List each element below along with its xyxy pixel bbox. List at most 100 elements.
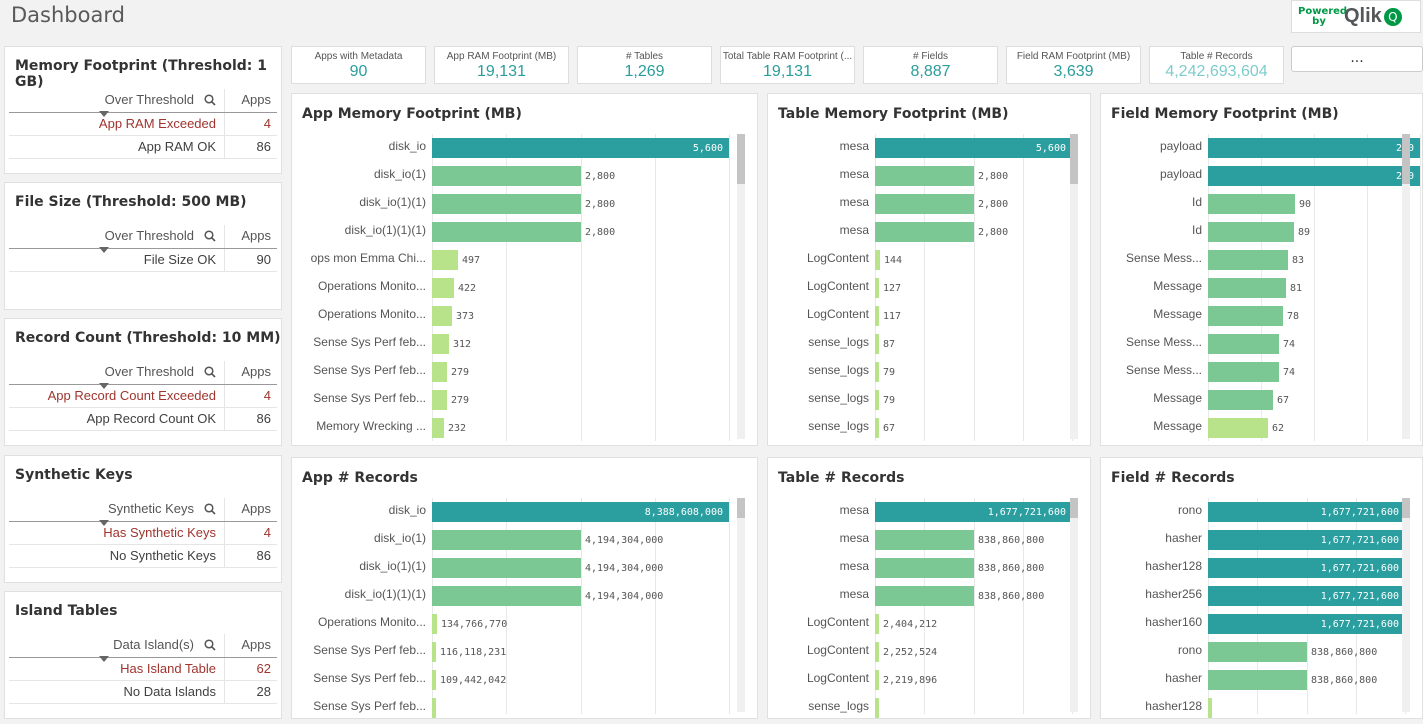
search-icon[interactable] (204, 91, 216, 106)
bar[interactable] (875, 166, 974, 186)
bar-row[interactable]: sense_logs 79 (776, 358, 1068, 386)
bar-row[interactable]: Operations Monito... 422 (300, 274, 735, 302)
bar-row[interactable]: payload220 (1109, 162, 1420, 190)
scrollbar-thumb[interactable] (1070, 134, 1078, 184)
bar[interactable] (432, 614, 437, 634)
search-icon[interactable] (204, 636, 216, 651)
filter-row[interactable]: No Data Islands 28 (9, 681, 277, 704)
bar-row[interactable]: Sense Mess... 83 (1109, 246, 1400, 274)
bar[interactable] (875, 530, 974, 550)
bar[interactable] (432, 362, 447, 382)
filter-row-label[interactable]: Has Island Table (9, 658, 225, 680)
bar-row[interactable]: mesa 838,860,800 (776, 526, 1068, 554)
bar[interactable] (432, 586, 581, 606)
bar[interactable] (875, 250, 880, 270)
bar[interactable] (875, 670, 879, 690)
measure-header[interactable]: Apps (225, 361, 277, 384)
filter-row-label[interactable]: App Record Count Exceeded (9, 385, 225, 407)
measure-header[interactable]: Apps (225, 634, 277, 657)
kpi-box[interactable]: Apps with Metadata 90 (291, 46, 426, 84)
more-options-button[interactable]: ... (1291, 46, 1423, 72)
bar-row[interactable]: hasher160 1,677,721,600 (1109, 610, 1405, 638)
bar-row[interactable]: sense_logs (776, 694, 1068, 722)
bar[interactable] (432, 138, 729, 158)
filter-row[interactable]: Has Synthetic Keys 4 (9, 522, 277, 545)
kpi-box[interactable]: # Fields 8,887 (863, 46, 998, 84)
bar[interactable] (432, 390, 447, 410)
bar-row[interactable]: disk_io(1)(1) 2,800 (300, 190, 735, 218)
bar[interactable] (1208, 194, 1295, 214)
bar-row[interactable]: Id 89 (1109, 218, 1400, 246)
bar[interactable] (432, 306, 452, 326)
bar[interactable] (875, 586, 974, 606)
dimension-header[interactable]: Over Threshold (9, 225, 225, 248)
bar[interactable] (875, 362, 879, 382)
bar[interactable] (875, 306, 879, 326)
bar-row[interactable]: Memory Wrecking ... 232 (300, 414, 735, 442)
bar-row[interactable]: LogContent 2,252,524 (776, 638, 1068, 666)
bar-row[interactable]: sense_logs 67 (776, 414, 1068, 442)
bar-row[interactable]: Sense Sys Perf feb... 312 (300, 330, 735, 358)
scrollbar-thumb[interactable] (1070, 498, 1078, 518)
bar[interactable] (1208, 250, 1288, 270)
kpi-box[interactable]: Field RAM Footprint (MB) 3,639 (1006, 46, 1141, 84)
bar[interactable] (875, 194, 974, 214)
bar-row[interactable]: payload220 (1109, 134, 1420, 162)
dimension-header[interactable]: Data Island(s) (9, 634, 225, 657)
bar[interactable] (432, 194, 581, 214)
vertical-scrollbar[interactable] (1070, 134, 1078, 439)
bar-row[interactable]: disk_io 8,388,608,000 (300, 498, 735, 526)
search-icon[interactable] (204, 227, 216, 242)
bar[interactable] (875, 642, 879, 662)
bar[interactable] (1208, 138, 1420, 158)
filter-row-label[interactable]: File Size OK (9, 249, 225, 271)
bar[interactable] (1208, 418, 1268, 438)
filter-row[interactable]: No Synthetic Keys 86 (9, 545, 277, 568)
bar-row[interactable]: rono 838,860,800 (1109, 638, 1400, 666)
bar-row[interactable]: LogContent 2,404,212 (776, 610, 1068, 638)
bar[interactable] (875, 698, 879, 718)
bar-row[interactable]: rono 1,677,721,600 (1109, 498, 1405, 526)
bar-row[interactable]: disk_io(1)(1)(1) 2,800 (300, 218, 735, 246)
bar-row[interactable]: LogContent 117 (776, 302, 1068, 330)
scrollbar-thumb[interactable] (1402, 134, 1410, 184)
dimension-header[interactable]: Over Threshold (9, 361, 225, 384)
bar[interactable] (432, 278, 454, 298)
bar[interactable] (875, 418, 879, 438)
bar-row[interactable]: hasher256 1,677,721,600 (1109, 582, 1405, 610)
filter-row[interactable]: App Record Count Exceeded 4 (9, 385, 277, 408)
bar[interactable] (432, 334, 449, 354)
bar[interactable] (1208, 334, 1279, 354)
bar[interactable] (875, 614, 879, 634)
vertical-scrollbar[interactable] (1402, 134, 1410, 439)
bar-row[interactable]: disk_io(1)(1)(1) 4,194,304,000 (300, 582, 735, 610)
bar[interactable] (432, 642, 436, 662)
bar-row[interactable]: Message 81 (1109, 274, 1400, 302)
bar[interactable] (1208, 642, 1307, 662)
measure-header[interactable]: Apps (225, 225, 277, 248)
filter-row[interactable]: Has Island Table 62 (9, 658, 277, 681)
bar-row[interactable]: Operations Monito... 373 (300, 302, 735, 330)
bar[interactable] (1208, 698, 1212, 718)
search-icon[interactable] (204, 363, 216, 378)
bar-row[interactable]: hasher128 1,677,721,600 (1109, 554, 1405, 582)
bar-row[interactable]: Message 67 (1109, 386, 1400, 414)
scrollbar-thumb[interactable] (1402, 498, 1410, 518)
filter-row-label[interactable]: No Synthetic Keys (9, 545, 225, 567)
kpi-box[interactable]: App RAM Footprint (MB) 19,131 (434, 46, 569, 84)
bar[interactable] (1208, 278, 1286, 298)
bar-row[interactable]: LogContent 127 (776, 274, 1068, 302)
bar-row[interactable]: Message 78 (1109, 302, 1400, 330)
filter-row[interactable]: App RAM Exceeded 4 (9, 113, 277, 136)
bar[interactable] (1208, 166, 1420, 186)
bar-row[interactable]: sense_logs 79 (776, 386, 1068, 414)
bar-row[interactable]: Sense Mess... 74 (1109, 330, 1400, 358)
bar-row[interactable]: Message 62 (1109, 414, 1400, 442)
filter-row-label[interactable]: App Record Count OK (9, 408, 225, 430)
filter-row[interactable]: App RAM OK 86 (9, 136, 277, 159)
vertical-scrollbar[interactable] (1402, 498, 1410, 712)
vertical-scrollbar[interactable] (1070, 498, 1078, 712)
bar[interactable] (875, 334, 879, 354)
bar[interactable] (875, 390, 879, 410)
search-icon[interactable] (204, 500, 216, 515)
